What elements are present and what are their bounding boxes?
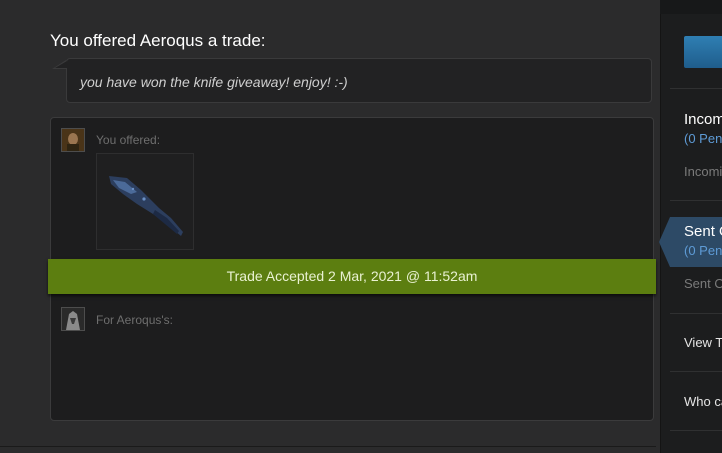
view-trade-history-link[interactable]: View Trade History	[684, 335, 722, 350]
sidebar-separator	[670, 200, 722, 201]
sidebar-separator	[670, 371, 722, 372]
sent-offers-history-link[interactable]: Sent Offers History	[684, 276, 722, 291]
trade-accepted-banner: Trade Accepted 2 Mar, 2021 @ 11:52am	[48, 259, 656, 294]
sidebar-top-strip	[660, 0, 722, 14]
trade-message-text: you have won the knife giveaway! enjoy! …	[80, 74, 348, 90]
you-offered-label: You offered:	[96, 133, 161, 147]
incoming-offers-count[interactable]: (0 Pending)	[684, 131, 722, 146]
sent-tab-arrow	[659, 217, 670, 267]
sidebar-separator	[670, 430, 722, 431]
content-divider	[0, 446, 656, 447]
sidebar-separator	[670, 313, 722, 314]
for-partner-label: For Aeroqus's:	[96, 313, 173, 327]
sent-offers-count[interactable]: (0 Pending)	[684, 243, 722, 258]
knife-icon	[109, 176, 183, 236]
trade-offer-title: You offered Aeroqus a trade:	[50, 31, 266, 50]
incoming-offers-title[interactable]: Incoming Offers	[684, 111, 722, 128]
who-can-send-link[interactable]: Who can send me Trade Offers?	[684, 394, 722, 409]
sent-offers-title[interactable]: Sent Offers	[684, 223, 722, 240]
my-avatar[interactable]	[61, 128, 85, 152]
offered-item-slot[interactable]	[96, 153, 194, 250]
incoming-offers-history-link[interactable]: Incoming Offers History	[684, 164, 722, 179]
new-trade-offer-button[interactable]	[684, 36, 722, 68]
partner-avatar[interactable]	[61, 307, 85, 331]
message-bubble-tail-inner	[55, 61, 67, 68]
sidebar-separator	[670, 88, 722, 89]
